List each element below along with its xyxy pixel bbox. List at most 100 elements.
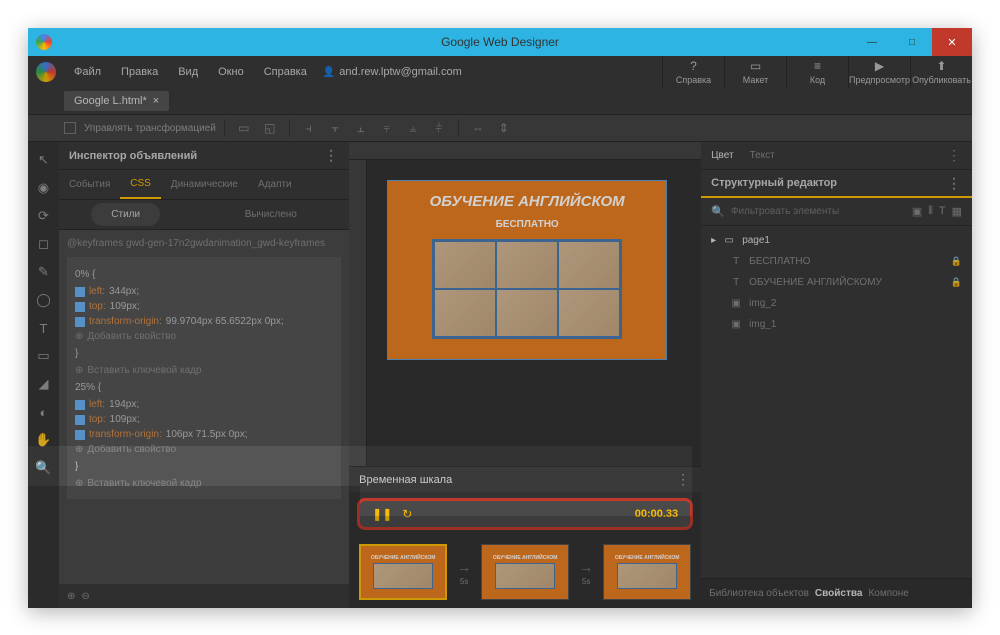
panel-menu-icon[interactable]: ⋮ xyxy=(947,147,962,164)
maximize-button[interactable] xyxy=(892,28,932,56)
tab-components[interactable]: Компоне xyxy=(868,588,908,599)
align-right-icon[interactable]: ⫠ xyxy=(350,117,372,139)
arrow-right-icon: → xyxy=(457,559,471,575)
inspector-panel: Инспектор объявлений ⋮ События CSS Динам… xyxy=(59,142,349,608)
close-button[interactable] xyxy=(932,28,972,56)
inspector-title: Инспектор объявлений xyxy=(69,150,197,162)
align-center-icon[interactable]: ⫟ xyxy=(324,117,346,139)
subtab-styles[interactable]: Стили xyxy=(91,203,160,226)
select-tool-icon[interactable]: ↖ xyxy=(31,148,55,172)
transform-label: Управлять трансформацией xyxy=(84,123,216,134)
menu-window[interactable]: Окно xyxy=(208,66,254,78)
file-tab-label: Google L.html* xyxy=(74,95,147,107)
code-icon: ≡ xyxy=(814,59,821,73)
rect-tool-icon[interactable]: ▭ xyxy=(31,344,55,368)
canvas[interactable]: ОБУЧЕНИЕ АНГЛИЙСКОМ БЕСПЛАТНО xyxy=(367,160,701,466)
center-area: ОБУЧЕНИЕ АНГЛИЙСКОМ БЕСПЛАТНО Временная … xyxy=(349,142,701,608)
fill-tool-icon[interactable]: ◢ xyxy=(31,372,55,396)
keyframe-thumb[interactable]: ОБУЧЕНИЕ АНГЛИЙСКОМ xyxy=(481,544,569,600)
more-filter-icon[interactable]: ▦ xyxy=(952,205,962,218)
layout-button[interactable]: ▭Макет xyxy=(724,56,786,88)
code-button[interactable]: ≡Код xyxy=(786,56,848,88)
tab-css[interactable]: CSS xyxy=(120,170,161,199)
tree-image-item[interactable]: ▣img_2 xyxy=(701,293,972,314)
css-editor[interactable]: @keyframes gwd-gen-17n2gwdanimation_gwd-… xyxy=(59,230,349,608)
image-filter-icon[interactable]: ▣ xyxy=(912,205,922,218)
subtab-computed[interactable]: Вычислено xyxy=(225,203,317,226)
3d-rotate-tool-icon[interactable]: ◉ xyxy=(31,176,55,200)
remove-icon[interactable]: ⊖ xyxy=(81,591,89,602)
align-top-icon[interactable]: ⫧ xyxy=(376,117,398,139)
close-tab-icon[interactable]: × xyxy=(153,95,159,107)
pause-icon[interactable]: ❚❚ xyxy=(372,507,392,521)
hand-tool-icon[interactable]: ✋ xyxy=(31,428,55,452)
tree-text-item[interactable]: TБЕСПЛАТНО🔒 xyxy=(701,251,972,272)
tab-library[interactable]: Библиотека объектов xyxy=(709,588,809,599)
text-filter-icon[interactable]: T xyxy=(939,205,946,218)
tab-adaptive[interactable]: Адапти xyxy=(248,171,302,198)
menu-file[interactable]: Файл xyxy=(64,66,111,78)
transform-checkbox[interactable] xyxy=(64,122,76,134)
tab-color[interactable]: Цвет xyxy=(711,150,733,161)
minimize-button[interactable] xyxy=(852,28,892,56)
file-tab[interactable]: Google L.html* × xyxy=(64,91,169,111)
tool-palette: ↖ ◉ ⟳ ◻ ✎ ◯ T ▭ ◢ ◐ ✋ 🔍 xyxy=(28,142,59,608)
css-footer: ⊕ ⊖ xyxy=(59,584,349,608)
element-tool-icon[interactable]: ◻ xyxy=(31,232,55,256)
filter-input[interactable] xyxy=(731,206,906,217)
banner-image-grid xyxy=(432,239,622,339)
publish-button[interactable]: ⬆Опубликовать xyxy=(910,56,972,88)
panel-menu-icon[interactable]: ⋮ xyxy=(947,175,962,192)
zoom-tool-icon[interactable]: 🔍 xyxy=(31,456,55,480)
banner-subtitle-text: БЕСПЛАТНО xyxy=(388,219,666,230)
pen-tool-icon[interactable]: ✎ xyxy=(31,260,55,284)
outline-title: Структурный редактор xyxy=(711,177,837,189)
timeline-time: 00:00.33 xyxy=(635,508,678,520)
options-toolbar: Управлять трансформацией ▭ ◱ ⫞ ⫟ ⫠ ⫧ ⫨ ⫩… xyxy=(28,114,972,142)
shape-tool-icon[interactable]: ◯ xyxy=(31,288,55,312)
transform-tool-icon[interactable]: ⟳ xyxy=(31,204,55,228)
menu-edit[interactable]: Правка xyxy=(111,66,168,78)
tree-page[interactable]: ▸▭page1 xyxy=(701,230,972,251)
align-middle-icon[interactable]: ⫨ xyxy=(402,117,424,139)
ruler-horizontal[interactable] xyxy=(349,142,701,160)
app-icon xyxy=(36,62,56,82)
keyframe-thumb[interactable]: ОБУЧЕНИЕ АНГЛИЙСКОМ xyxy=(359,544,447,600)
panel-menu-icon[interactable]: ⋮ xyxy=(324,147,339,164)
preview-button[interactable]: ▶Предпросмотр xyxy=(848,56,910,88)
app-window: Google Web Designer Файл Правка Вид Окно… xyxy=(28,28,972,608)
tab-dynamic[interactable]: Динамические xyxy=(161,171,248,198)
lock-icon[interactable]: 🔒 xyxy=(951,277,962,288)
align-icon[interactable]: ▭ xyxy=(233,117,255,139)
ruler-vertical[interactable] xyxy=(349,160,367,466)
help-button[interactable]: ?Справка xyxy=(662,56,724,88)
help-icon: ? xyxy=(690,59,697,73)
tab-text[interactable]: Текст xyxy=(750,150,775,161)
upload-icon: ⬆ xyxy=(936,59,946,73)
lock-icon[interactable]: 🔒 xyxy=(951,256,962,267)
banner-element[interactable]: ОБУЧЕНИЕ АНГЛИЙСКОМ БЕСПЛАТНО xyxy=(387,180,667,360)
dist-h-icon[interactable]: ⇔ xyxy=(467,117,489,139)
tab-events[interactable]: События xyxy=(59,171,120,198)
tab-properties[interactable]: Свойства xyxy=(815,588,863,599)
group-filter-icon[interactable]: ⫴ xyxy=(928,205,933,218)
keyframe-thumb[interactable]: ОБУЧЕНИЕ АНГЛИЙСКОМ xyxy=(603,544,691,600)
timeline-menu-icon[interactable]: ⋮ xyxy=(676,471,691,488)
menu-view[interactable]: Вид xyxy=(168,66,208,78)
layout-icon: ▭ xyxy=(750,59,761,73)
loop-icon[interactable]: ↻ xyxy=(402,507,412,521)
tree-image-item[interactable]: ▣img_1 xyxy=(701,314,972,335)
timeline-thumbnails: ОБУЧЕНИЕ АНГЛИЙСКОМ →5s ОБУЧЕНИЕ АНГЛИЙС… xyxy=(349,536,701,608)
align-left-icon[interactable]: ⫞ xyxy=(298,117,320,139)
tree-text-item[interactable]: TОБУЧЕНИЕ АНГЛИЙСКОМУ🔒 xyxy=(701,272,972,293)
tab-bar: Google L.html* × xyxy=(28,88,972,114)
align-bottom-icon[interactable]: ⫩ xyxy=(428,117,450,139)
text-tool-icon[interactable]: T xyxy=(31,316,55,340)
user-account[interactable]: and.rew.lptw@gmail.com xyxy=(323,66,462,78)
timeline-header: Временная шкала ⋮ xyxy=(349,466,701,492)
menu-help[interactable]: Справка xyxy=(254,66,317,78)
gradient-tool-icon[interactable]: ◐ xyxy=(31,400,55,424)
add-icon[interactable]: ⊕ xyxy=(67,591,75,602)
align2-icon[interactable]: ◱ xyxy=(259,117,281,139)
dist-v-icon[interactable]: ⇕ xyxy=(493,117,515,139)
